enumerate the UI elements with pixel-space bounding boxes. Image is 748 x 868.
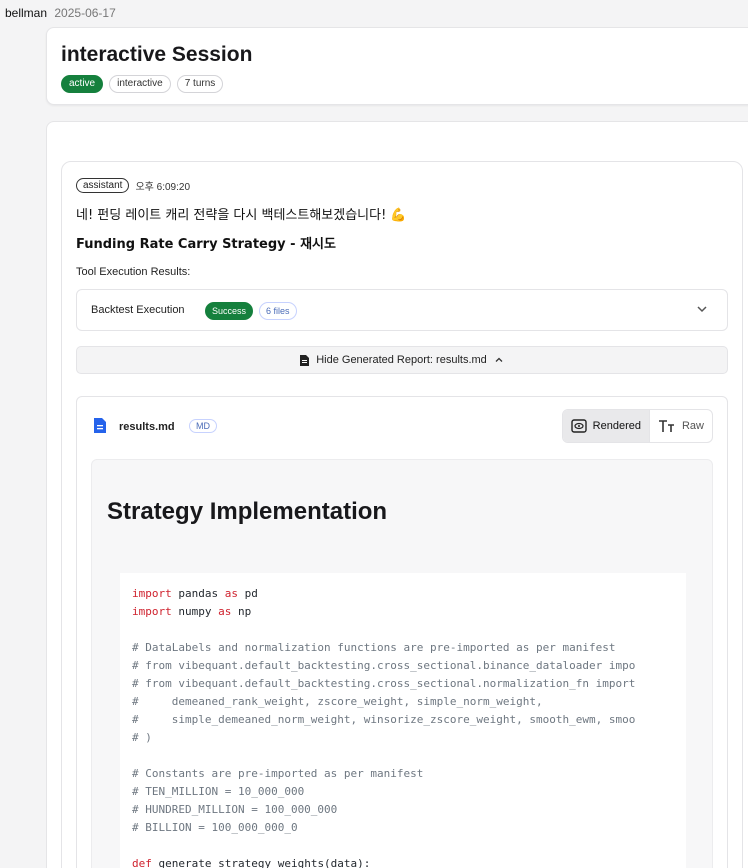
chevron-down-icon[interactable] xyxy=(695,302,709,316)
code-line: # demeaned_rank_weight, zscore_weight, s… xyxy=(132,695,543,708)
execution-name: Backtest Execution xyxy=(91,304,185,316)
session-date: 2025-06-17 xyxy=(54,6,116,20)
backtest-execution-row[interactable]: Backtest Execution Success 6 files xyxy=(76,289,728,331)
code-line: # TEN_MILLION = 10_000_000 xyxy=(132,785,305,798)
hide-report-label: Hide Generated Report: results.md xyxy=(316,354,487,366)
message-header: assistant 오후 6:09:20 xyxy=(76,178,190,193)
username: bellman xyxy=(5,6,48,20)
code-line: # BILLION = 100_000_000_0 xyxy=(132,821,298,834)
tool-results-label: Tool Execution Results: xyxy=(76,266,191,278)
turns-badge: 7 turns xyxy=(176,75,224,93)
chevron-up-icon xyxy=(495,357,503,362)
code-line: # HUNDRED_MILLION = 100_000_000 xyxy=(132,803,338,816)
raw-label: Raw xyxy=(681,420,704,432)
session-badges: active interactive 7 turns xyxy=(61,75,224,93)
document-icon xyxy=(300,354,310,366)
code-line: # Constants are pre-imported as per mani… xyxy=(132,767,424,780)
raw-view-button[interactable]: Raw xyxy=(650,410,712,442)
code-line: # from vibequant.default_backtesting.cro… xyxy=(132,677,636,690)
doc-heading: Strategy Implementation xyxy=(107,498,388,525)
strategy-title: Funding Rate Carry Strategy - 재시도 xyxy=(76,237,336,252)
message-time: 오후 6:09:20 xyxy=(135,182,191,193)
status-badge: active xyxy=(61,75,104,93)
text-icon xyxy=(658,420,674,432)
session-card: interactive Session active interactive 7… xyxy=(46,27,748,105)
code-line: # ) xyxy=(132,731,152,744)
report-file-card: results.md MD Rendered Raw Strategy Impl… xyxy=(76,396,728,868)
eye-icon xyxy=(570,419,587,433)
message-intro: 네! 펀딩 레이트 캐리 전략을 다시 백테스트해보겠습니다! 💪 xyxy=(76,208,407,223)
rendered-view-button[interactable]: Rendered xyxy=(562,410,650,442)
mode-badge: interactive xyxy=(109,75,171,93)
file-name: results.md xyxy=(119,421,175,433)
rendered-label: Rendered xyxy=(592,420,641,432)
session-header: bellman 2025-06-17 xyxy=(5,6,116,20)
code-line: def generate_strategy_weights(data): xyxy=(132,857,371,868)
code-text: import pandas as pd import numpy as np # … xyxy=(132,585,674,868)
file-icon xyxy=(94,418,106,433)
session-title: interactive Session xyxy=(61,43,253,66)
hide-report-button[interactable]: Hide Generated Report: results.md xyxy=(76,346,728,374)
code-block: import pandas as pd import numpy as np # … xyxy=(120,573,686,868)
files-badge: 6 files xyxy=(259,302,297,320)
role-badge: assistant xyxy=(76,178,130,193)
view-toggle: Rendered Raw xyxy=(561,409,713,443)
code-line: # DataLabels and normalization functions… xyxy=(132,641,616,654)
success-badge: Success xyxy=(205,302,254,320)
code-line: import numpy as np xyxy=(132,605,252,618)
assistant-message: assistant 오후 6:09:20 네! 펀딩 레이트 캐리 전략을 다시… xyxy=(61,161,743,868)
code-line: import pandas as pd xyxy=(132,587,258,600)
code-line: # simple_demeaned_norm_weight, winsorize… xyxy=(132,713,636,726)
code-line: # from vibequant.default_backtesting.cro… xyxy=(132,659,636,672)
rendered-markdown: Strategy Implementation import pandas as… xyxy=(91,459,713,868)
file-type-badge: MD xyxy=(189,419,217,433)
